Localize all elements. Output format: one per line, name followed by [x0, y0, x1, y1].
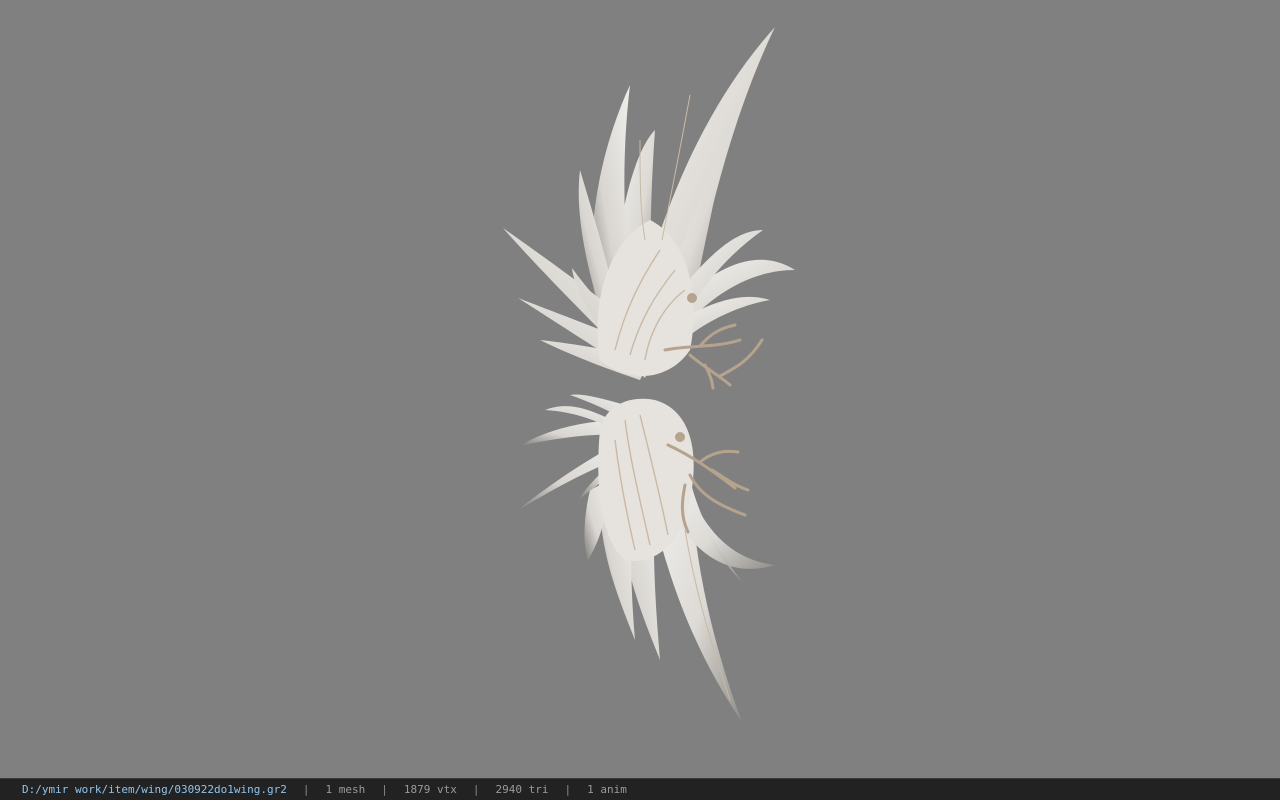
status-bar: D:/ymir work/item/wing/030922do1wing.gr2…	[0, 778, 1280, 800]
status-separator: |	[381, 782, 388, 796]
status-separator: |	[302, 782, 310, 796]
3d-viewport[interactable]	[0, 0, 1280, 778]
status-separator: |	[564, 782, 572, 796]
lower-wing	[515, 394, 775, 722]
wing-model[interactable]	[0, 0, 1280, 778]
triangle-count: 2940 tri	[495, 782, 549, 796]
vertex-count: 1879 vtx	[403, 782, 457, 796]
upper-wing	[503, 27, 795, 390]
mesh-count: 1 mesh	[325, 782, 366, 796]
file-path: D:/ymir work/item/wing/030922do1wing.gr2	[22, 782, 287, 796]
status-separator: |	[472, 782, 480, 796]
anim-count: 1 anim	[587, 782, 627, 796]
